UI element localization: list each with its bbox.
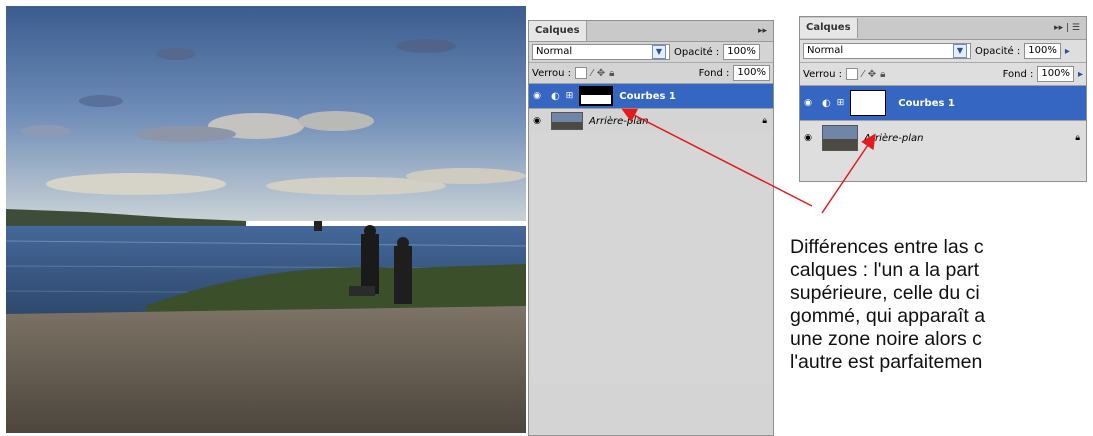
chevron-down-icon: ▼ (953, 44, 967, 58)
annotation-line: Différences entre las c (790, 236, 984, 258)
blend-row: Normal ▼ Opacité : 100% ▸ (800, 40, 1086, 62)
opacity-input[interactable]: 100% (723, 44, 760, 60)
annotation-line: une zone noire alors c (790, 328, 982, 350)
opacity-input[interactable]: 100% (1024, 43, 1061, 59)
chevron-down-icon: ▼ (652, 45, 666, 59)
opacity-label: Opacité : (975, 45, 1021, 57)
eye-icon[interactable]: ◉ (529, 91, 545, 101)
layer-courbes[interactable]: ◉ ◐ ⊞ Courbes 1 (529, 83, 773, 108)
lock-icon[interactable]: 🔒︎ (880, 69, 885, 80)
chevron-right-icon[interactable]: ▸ (1078, 69, 1083, 80)
layers-panel-zoomed: Calques ▸▸ | ☰ Normal ▼ Opacité : 100% ▸… (799, 16, 1087, 182)
layers-empty-area (529, 133, 773, 383)
lock-icon: 🔒︎ (762, 116, 767, 126)
brush-icon[interactable]: ⁄ (862, 69, 864, 80)
fill-input[interactable]: 100% (733, 65, 770, 81)
annotation-line: gommé, qui apparaît a (790, 305, 986, 327)
annotation-text: Différences entre las c calques : l'un a… (790, 236, 1093, 374)
layer-thumbnail (822, 125, 858, 151)
move-icon[interactable]: ✥ (597, 68, 605, 79)
layer-name: Arrière-plan (864, 132, 924, 144)
lock-label: Verrou : (532, 67, 572, 79)
adjustment-icon: ◐ (822, 97, 831, 109)
blend-mode-select[interactable]: Normal ▼ (532, 44, 670, 60)
blend-mode-select[interactable]: Normal ▼ (803, 43, 971, 59)
lock-row: Verrou : ⁄ ✥ 🔒︎ Fond : 100% (529, 62, 773, 83)
beach-photo (6, 6, 526, 433)
chain-icon: ⊞ (836, 98, 845, 108)
annotation-line: supérieure, celle du ci (790, 282, 980, 304)
layer-background[interactable]: ◉ Arrière-plan 🔒︎ (529, 108, 773, 133)
lock-icon: 🔒︎ (1075, 133, 1080, 143)
fill-label: Fond : (1002, 68, 1034, 80)
blend-mode-value: Normal (536, 46, 573, 57)
blend-mode-value: Normal (807, 45, 844, 56)
layer-background[interactable]: ◉ Arrière-plan 🔒︎ (800, 120, 1086, 155)
lock-transparency-icon[interactable] (846, 68, 859, 80)
annotation-line: calques : l'un a la part (790, 259, 980, 281)
adjustment-icon: ◐ (551, 90, 560, 102)
eye-icon[interactable]: ◉ (800, 98, 816, 108)
layers-panel-large: Calques ▸▸ Normal ▼ Opacité : 100% Verro… (528, 20, 774, 436)
blend-row: Normal ▼ Opacité : 100% (529, 42, 773, 62)
layer-name: Courbes 1 (898, 97, 955, 109)
brush-icon[interactable]: ⁄ (591, 68, 593, 79)
move-icon[interactable]: ✥ (868, 69, 876, 80)
eye-icon[interactable]: ◉ (529, 116, 545, 126)
chain-icon: ⊞ (565, 91, 574, 101)
tab-calques[interactable]: Calques (529, 21, 587, 41)
layer-mask-thumbnail[interactable] (579, 86, 614, 106)
layer-thumbnail (551, 112, 583, 130)
fill-input[interactable]: 100% (1037, 66, 1074, 82)
layer-name: Arrière-plan (589, 115, 649, 127)
opacity-label: Opacité : (674, 46, 720, 58)
lock-icon[interactable]: 🔒︎ (609, 68, 614, 79)
lock-transparency-icon[interactable] (575, 67, 588, 79)
fill-label: Fond : (698, 67, 730, 79)
panel-menu-icon[interactable]: ▸▸ (758, 26, 773, 36)
lock-row: Verrou : ⁄ ✥ 🔒︎ Fond : 100% ▸ (800, 62, 1086, 85)
eye-icon[interactable]: ◉ (800, 133, 816, 143)
layer-name: Courbes 1 (619, 90, 676, 102)
panel-menu-icon[interactable]: ▸▸ | ☰ (1054, 23, 1086, 33)
layer-mask-thumbnail[interactable] (850, 90, 887, 116)
panel-header: Calques ▸▸ | ☰ (800, 17, 1086, 40)
tab-calques[interactable]: Calques (800, 18, 858, 38)
panel-header: Calques ▸▸ (529, 21, 773, 42)
chevron-right-icon[interactable]: ▸ (1065, 46, 1070, 57)
annotation-line: l'autre est parfaitemen (790, 351, 983, 373)
layer-courbes[interactable]: ◉ ◐ ⊞ Courbes 1 (800, 85, 1086, 120)
lock-label: Verrou : (803, 68, 843, 80)
